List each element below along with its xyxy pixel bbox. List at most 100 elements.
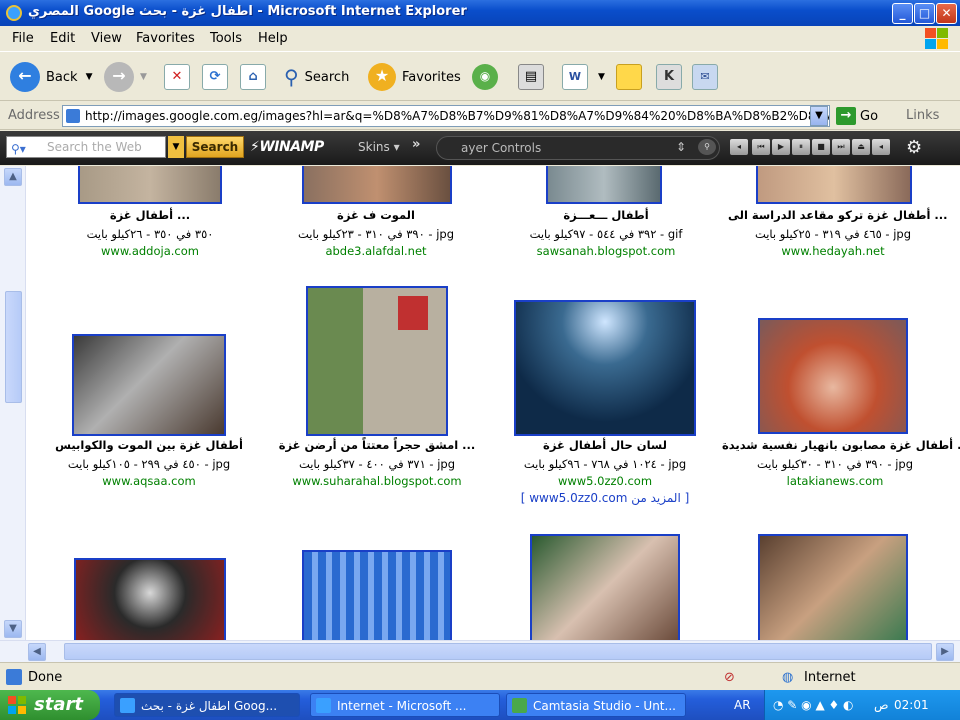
player-pause-icon[interactable]: ⏸	[792, 139, 810, 155]
player-eject-icon[interactable]: ⏏	[852, 139, 870, 155]
task-ie-search[interactable]: اطفال غزة - بحث Goog...	[114, 693, 300, 717]
scroll-down-icon[interactable]: ▼	[4, 620, 22, 638]
skins-menu[interactable]: Skins ▾	[358, 140, 400, 154]
result-site[interactable]: www.hedayah.net	[728, 244, 938, 258]
player-prev-icon[interactable]: ⏮	[752, 139, 770, 155]
result-title[interactable]: لسان حال أطفال غزة	[500, 438, 710, 452]
player-stop-icon[interactable]: ■	[812, 139, 830, 155]
result-thumbnail[interactable]	[758, 318, 908, 434]
refresh-button[interactable]: ⟳	[202, 61, 228, 93]
player-next-icon[interactable]: ⏭	[832, 139, 850, 155]
result-title[interactable]: أطفال غزة مصابون بانهيار نفسية شديدة ...	[722, 438, 960, 452]
menu-file[interactable]: File	[12, 31, 34, 46]
tray-icons[interactable]: ◔ ✎ ◉ ▲ ♦ ◐	[773, 698, 854, 712]
search-button[interactable]: ⚲ Search	[284, 61, 349, 93]
print-button[interactable]: ▤	[518, 61, 544, 93]
player-collapse-icon[interactable]: ◂	[872, 139, 890, 155]
result-title[interactable]: أطفال غزة ...	[50, 208, 250, 222]
result-title[interactable]: الموت ف غزة	[276, 208, 476, 222]
k-button[interactable]: K	[656, 61, 682, 93]
result-title[interactable]: أطفال غزة تركو مقاعد الدراسة الى ...	[728, 208, 948, 222]
menu-favorites[interactable]: Favorites	[136, 31, 195, 46]
messenger-button[interactable]: ✉	[692, 61, 718, 93]
forward-dropdown-icon[interactable]: ▼	[140, 72, 147, 82]
title-bar[interactable]: المصري Google اطفال غزة - بحث - Microsof…	[0, 0, 960, 26]
minimize-button[interactable]: _	[892, 3, 913, 24]
result-site[interactable]: www5.0zz0.com	[500, 474, 710, 488]
result-thumbnail[interactable]	[306, 286, 448, 436]
result-info: ٣٩٠ في ٣١٠ - ٢٣كيلو بايت - jpg	[297, 227, 455, 241]
result-title[interactable]: أطفال غزة بين الموت والكوابيس	[44, 438, 254, 452]
player-search-icon[interactable]: ⚲	[698, 139, 716, 155]
web-search-dropdown-icon[interactable]: ▼	[168, 136, 184, 158]
winamp-logo[interactable]: ⚡WINAMP	[250, 139, 324, 155]
menu-view[interactable]: View	[91, 31, 122, 46]
popup-blocker-icon[interactable]: ⊘	[724, 670, 735, 685]
language-indicator[interactable]: AR	[734, 698, 751, 712]
chevron-more-icon[interactable]: »	[412, 137, 420, 152]
clock[interactable]: 02:01	[894, 698, 929, 712]
result-thumbnail[interactable]	[530, 534, 680, 640]
horizontal-scrollbar[interactable]: ◀ ▶	[0, 640, 960, 662]
result-site[interactable]: www.aqsaa.com	[44, 474, 254, 488]
result-site[interactable]: abde3.alafdal.net	[276, 244, 476, 258]
result-thumbnail[interactable]	[72, 334, 226, 436]
page-content: ▲ ▼ أطفال غزة تركو مقاعد الدراسة الى ...…	[0, 166, 960, 640]
more-from-site-link[interactable]: [ www5.0zz0.com المزيد من ]	[500, 491, 710, 505]
sign-image	[398, 296, 428, 330]
stop-button[interactable]: ✕	[164, 61, 190, 93]
links-button[interactable]: Links	[906, 108, 939, 123]
result-title[interactable]: أطفال ـــعـــزة	[506, 208, 706, 222]
address-dropdown-icon[interactable]: ▼	[810, 106, 828, 126]
note-button[interactable]	[616, 61, 642, 93]
horizontal-scroll-thumb[interactable]	[64, 643, 932, 660]
result-thumbnail[interactable]	[302, 166, 452, 204]
close-button[interactable]: ✕	[936, 3, 957, 24]
scroll-left-icon[interactable]: ◀	[28, 643, 46, 661]
menu-tools[interactable]: Tools	[210, 31, 242, 46]
task-camtasia[interactable]: Camtasia Studio - Unt...	[506, 693, 686, 717]
address-input[interactable]: http://images.google.com.eg/images?hl=ar…	[62, 105, 830, 127]
home-button[interactable]: ⌂	[240, 61, 266, 93]
edit-button[interactable]: W ▼	[562, 61, 605, 93]
web-search-button[interactable]: Search	[186, 136, 244, 158]
forward-button[interactable]: → ▼	[104, 61, 147, 93]
media-button[interactable]: ◉	[472, 61, 498, 93]
volume-icon[interactable]: ⇕	[672, 139, 690, 155]
result-thumbnail[interactable]	[74, 558, 226, 640]
vertical-scroll-thumb[interactable]	[5, 291, 22, 403]
result-thumbnail[interactable]	[546, 166, 662, 204]
ie-task-icon	[120, 698, 135, 713]
task-ie-internet[interactable]: Internet - Microsoft ...	[310, 693, 500, 717]
result-site[interactable]: sawsanah.blogspot.com	[506, 244, 706, 258]
result-info: ٣٧١ في ٤٠٠ - ٣٧كيلو بايت - jpg	[298, 457, 456, 471]
result-site[interactable]: latakianews.com	[722, 474, 948, 488]
result-site[interactable]: www.suharahal.blogspot.com	[272, 474, 482, 488]
web-search-input[interactable]: ⚲▾ Search the Web	[6, 136, 166, 158]
scroll-right-icon[interactable]: ▶	[936, 643, 954, 661]
edit-dropdown-icon[interactable]: ▼	[598, 72, 605, 82]
go-button[interactable]: → Go	[836, 106, 878, 126]
menu-edit[interactable]: Edit	[50, 31, 75, 46]
result-thumbnail[interactable]	[758, 534, 908, 640]
maximize-button[interactable]: □	[914, 3, 935, 24]
result-thumbnail[interactable]	[302, 550, 452, 640]
back-dropdown-icon[interactable]: ▼	[86, 72, 93, 82]
security-zone[interactable]: Internet	[804, 670, 856, 685]
result-title[interactable]: امشق حجراً معتتاً من أرضن غزة ...	[272, 438, 482, 452]
home-icon: ⌂	[240, 64, 266, 90]
player-prev-list-icon[interactable]: ◂	[730, 139, 748, 155]
player-play-icon[interactable]: ▶	[772, 139, 790, 155]
result-thumbnail[interactable]	[514, 300, 696, 436]
vertical-scrollbar[interactable]: ▲ ▼	[0, 166, 26, 640]
task-label: Camtasia Studio - Unt...	[533, 699, 676, 713]
result-thumbnail[interactable]	[756, 166, 912, 204]
scroll-up-icon[interactable]: ▲	[4, 168, 22, 186]
menu-help[interactable]: Help	[258, 31, 288, 46]
back-button[interactable]: ← Back ▼	[10, 61, 92, 93]
start-button[interactable]: start	[0, 690, 100, 720]
result-site[interactable]: www.addoja.com	[50, 244, 250, 258]
favorites-button[interactable]: ★ Favorites	[368, 61, 461, 93]
gear-icon[interactable]: ⚙	[906, 137, 922, 158]
result-thumbnail[interactable]	[78, 166, 222, 204]
